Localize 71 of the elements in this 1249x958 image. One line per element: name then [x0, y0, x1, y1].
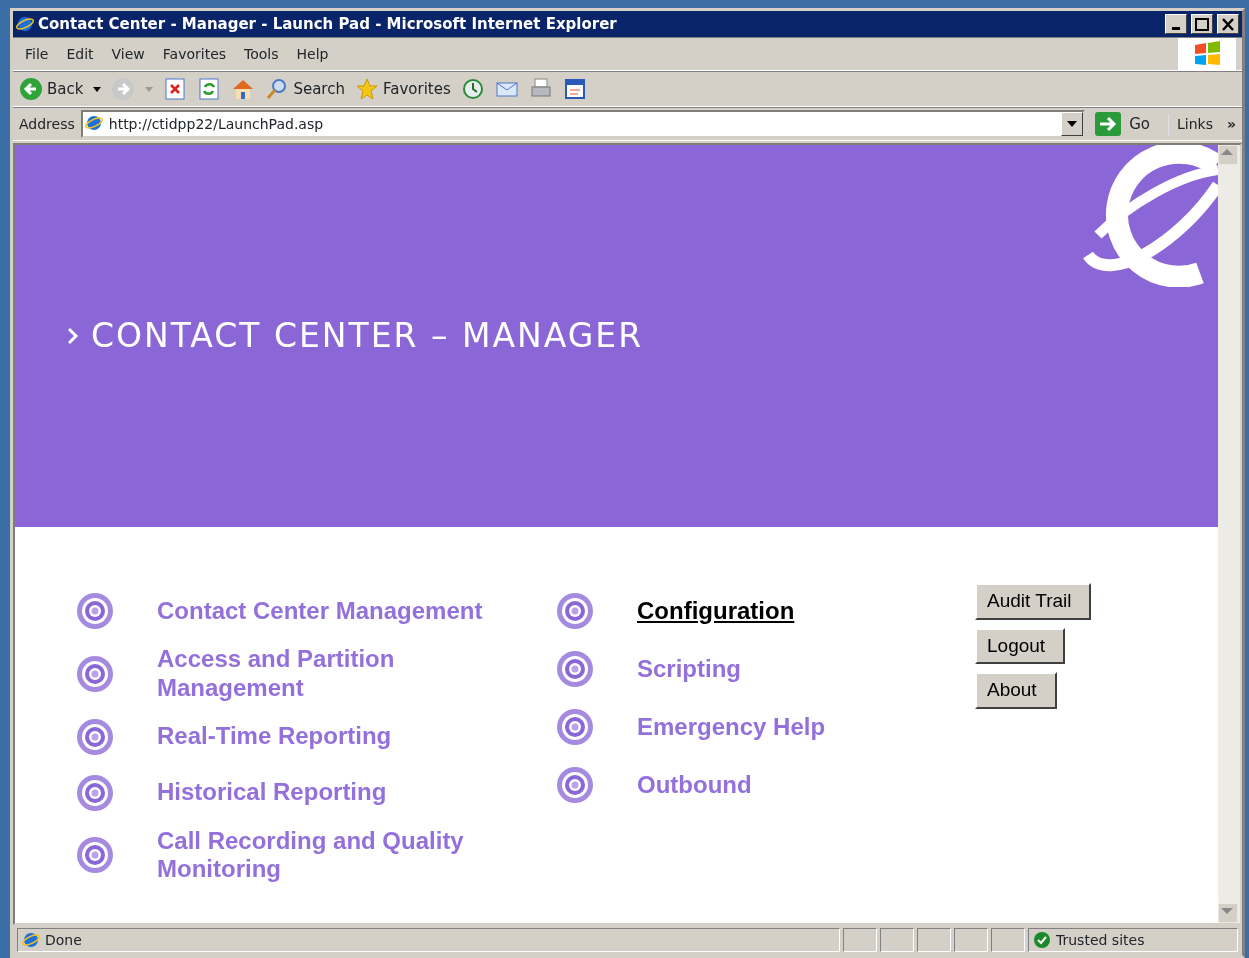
target-icon [75, 772, 115, 813]
maximize-button[interactable] [1191, 14, 1213, 34]
menu-item[interactable]: Favorites [156, 43, 239, 65]
close-button[interactable] [1217, 14, 1239, 34]
target-icon [555, 649, 595, 689]
scroll-down-icon[interactable] [1218, 903, 1238, 923]
go-button[interactable]: Go [1091, 112, 1154, 136]
status-pane [991, 928, 1025, 952]
minimize-icon [1172, 26, 1180, 30]
edit-button[interactable] [562, 77, 587, 101]
maximize-icon [1193, 15, 1211, 33]
scrollbar[interactable] [1218, 145, 1240, 923]
back-button[interactable]: Back [19, 77, 84, 101]
target-icon [75, 591, 115, 631]
edit-icon [562, 77, 587, 101]
stop-icon [163, 77, 188, 101]
zone-text: Trusted sites [1056, 930, 1145, 950]
stop-button[interactable] [163, 77, 188, 101]
refresh-icon [197, 77, 222, 101]
nav-link[interactable]: Configuration [637, 596, 795, 626]
chevron-button[interactable]: » [1218, 113, 1236, 135]
menu-item[interactable]: Help [290, 43, 341, 65]
dropdown-caret-icon [1067, 121, 1078, 127]
menu-item[interactable]: Tools [238, 43, 291, 65]
status-pane [954, 928, 988, 952]
star-icon [354, 77, 379, 101]
search-button[interactable]: Search [265, 77, 345, 101]
page-heading: CONTACT CENTER – MANAGER [91, 316, 644, 356]
window-title: Contact Center - Manager - Launch Pad - Microsoft Internet Explorer [38, 13, 618, 35]
minimize-button[interactable] [1165, 14, 1187, 34]
arrow-right-icon [1095, 112, 1122, 136]
target-icon [555, 591, 595, 631]
dropdown-button[interactable] [1061, 112, 1084, 136]
dropdown-caret-icon [145, 86, 154, 92]
history-icon [460, 77, 485, 101]
action-button[interactable]: About [975, 672, 1057, 709]
menu-item[interactable]: File [19, 43, 61, 65]
address-label: Address [19, 114, 75, 134]
chevron-icon [67, 327, 79, 345]
dropdown-caret-icon [93, 86, 102, 92]
links-button[interactable]: Links [1168, 113, 1213, 135]
windows-flag-icon [1192, 40, 1222, 68]
refresh-button[interactable] [197, 77, 222, 101]
address-field[interactable]: http://ctidpp22/LaunchPad.asp [80, 110, 1086, 138]
menu-item[interactable]: Edit [60, 43, 106, 65]
menu-item[interactable]: View [105, 43, 157, 65]
check-icon [1033, 931, 1051, 949]
status-pane [843, 928, 877, 952]
favorites-button[interactable]: Favorites [354, 77, 451, 101]
target-icon [75, 716, 115, 757]
ie-logo-icon [16, 15, 34, 33]
nav-link[interactable]: Contact Center Management [157, 596, 483, 626]
target-icon [555, 707, 595, 747]
nav-link[interactable]: Real-Time Reporting [157, 722, 392, 751]
target-icon [555, 765, 595, 805]
status-pane [880, 928, 914, 952]
nav-link[interactable]: Outbound [637, 770, 752, 800]
nav-link[interactable]: Call Recording and Quality Monitoring [157, 826, 487, 885]
action-button[interactable]: Audit Trail [975, 583, 1092, 620]
nav-link[interactable]: Historical Reporting [157, 778, 387, 807]
history-button[interactable] [460, 77, 485, 101]
status-pane [917, 928, 951, 952]
status-text: Done [45, 930, 82, 950]
nav-link[interactable]: Access and Partition Management [157, 645, 487, 703]
ie-page-icon [22, 931, 40, 949]
target-icon [75, 835, 115, 876]
scroll-up-icon[interactable] [1218, 145, 1238, 165]
nav-link[interactable]: Scripting [637, 654, 741, 684]
action-button[interactable]: Logout [975, 627, 1066, 664]
nav-link[interactable]: Emergency Help [637, 712, 826, 742]
target-icon [75, 653, 115, 694]
